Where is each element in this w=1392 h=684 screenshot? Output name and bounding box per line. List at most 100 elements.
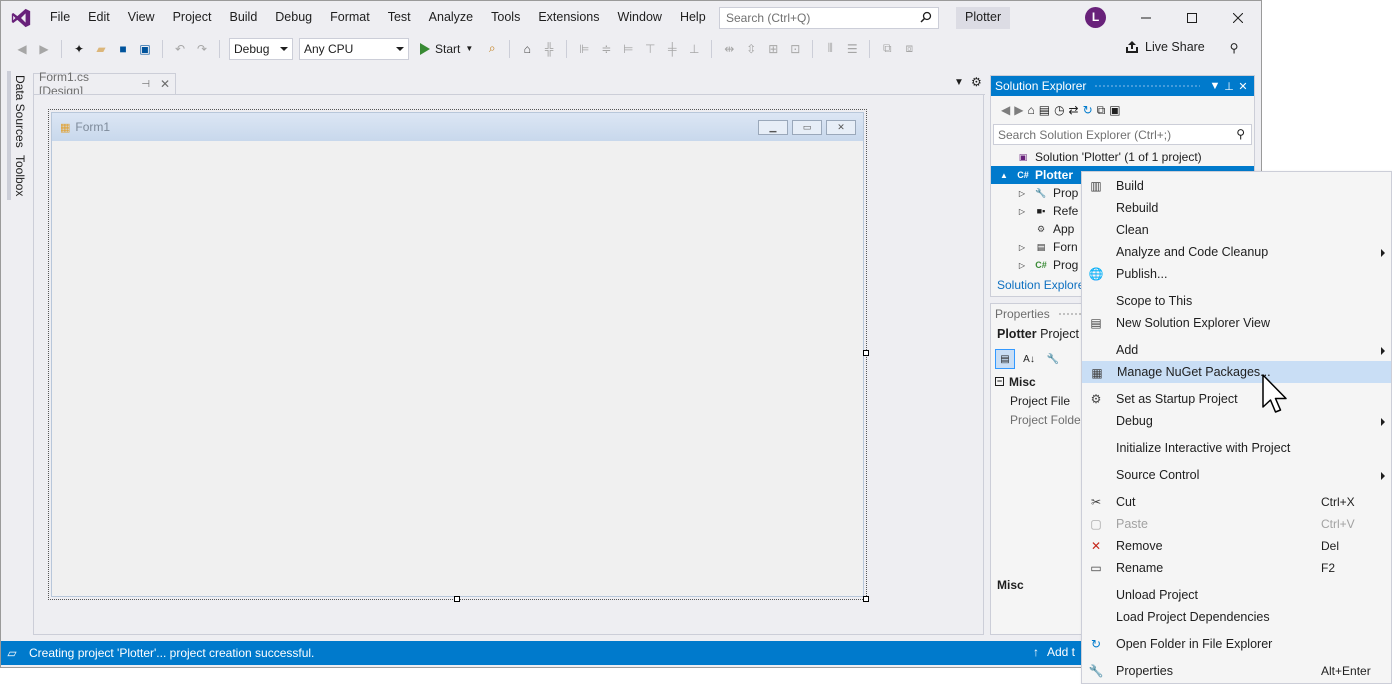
menu-item-rename[interactable]: ▭ Rename F2	[1082, 557, 1391, 579]
save-all-icon[interactable]: ▣	[136, 40, 154, 58]
tab-form1-design[interactable]: Form1.cs [Design] ⊣ ✕	[33, 70, 176, 98]
align-middles-icon[interactable]: ╪	[663, 40, 681, 58]
menu-help[interactable]: Help	[671, 1, 715, 34]
live-share-button[interactable]: Live Share	[1125, 40, 1205, 54]
center-horizontally-icon[interactable]: ⧉	[878, 40, 896, 58]
chevron-down-icon[interactable]: ▼	[1208, 80, 1222, 92]
solution-explorer-tab[interactable]: Solution Explore	[991, 276, 1090, 294]
maximize-button[interactable]	[1169, 1, 1215, 34]
new-project-icon[interactable]: ✦	[70, 40, 88, 58]
solution-search-input[interactable]: Search Solution Explorer (Ctrl+;) ⚲	[993, 124, 1252, 145]
menu-debug[interactable]: Debug	[266, 1, 321, 34]
pending-changes-icon[interactable]: ◷	[1054, 103, 1064, 117]
refresh-icon[interactable]: ↻	[1083, 103, 1093, 117]
menu-item-add[interactable]: Add	[1082, 339, 1391, 361]
align-centers-icon[interactable]: ≑	[597, 40, 615, 58]
save-icon[interactable]: ■	[114, 40, 132, 58]
navigate-forward-icon[interactable]: ▶	[35, 40, 53, 58]
menu-item-scope-to-this[interactable]: Scope to This	[1082, 290, 1391, 312]
menu-format[interactable]: Format	[321, 1, 379, 34]
menu-item-rebuild[interactable]: Rebuild	[1082, 197, 1391, 219]
center-vertically-icon[interactable]: ⧈	[900, 40, 918, 58]
configuration-dropdown[interactable]: Debug	[229, 37, 293, 60]
switch-views-icon[interactable]: ▤	[1039, 103, 1050, 117]
menu-window[interactable]: Window	[608, 1, 670, 34]
data-sources-tab[interactable]: Data Sources	[7, 71, 29, 152]
home-view-icon[interactable]: ⌂	[518, 40, 536, 58]
align-to-grid-icon[interactable]: ╬	[540, 40, 558, 58]
find-in-files-icon[interactable]: ⌕	[483, 40, 501, 58]
menu-item-open-folder-in-file-explorer[interactable]: ↻ Open Folder in File Explorer	[1082, 633, 1391, 655]
menu-tools[interactable]: Tools	[482, 1, 529, 34]
align-tops-icon[interactable]: ⊤	[641, 40, 659, 58]
menu-item-cut[interactable]: ✂ Cut Ctrl+X	[1082, 491, 1391, 513]
resize-handle-corner[interactable]	[863, 596, 869, 602]
alphabetical-icon[interactable]: A↓	[1019, 349, 1039, 369]
redo-icon[interactable]: ↷	[193, 40, 211, 58]
property-pages-icon[interactable]: 🔧	[1043, 349, 1063, 369]
menu-item-initialize-interactive-with-project[interactable]: Initialize Interactive with Project	[1082, 437, 1391, 459]
menu-item-remove[interactable]: ✕ Remove Del	[1082, 535, 1391, 557]
expand-arrow-icon[interactable]: ▲	[999, 171, 1009, 180]
menu-item-debug[interactable]: Debug	[1082, 410, 1391, 432]
tree-item[interactable]: ▣ Solution 'Plotter' (1 of 1 project)	[991, 148, 1254, 166]
minimize-button[interactable]	[1123, 1, 1169, 34]
start-debugging-button[interactable]: Start ▼	[412, 38, 481, 60]
platform-dropdown[interactable]: Any CPU	[299, 37, 409, 60]
make-same-height-icon[interactable]: ⇳	[742, 40, 760, 58]
size-to-grid-icon[interactable]: ⊡	[786, 40, 804, 58]
show-all-files-icon[interactable]: ▣	[1109, 103, 1120, 117]
menu-file[interactable]: File	[41, 1, 79, 34]
collapse-icon[interactable]: −	[995, 377, 1004, 386]
menu-item-build[interactable]: ▥ Build	[1082, 175, 1391, 197]
collapse-all-icon[interactable]: ⧉	[1097, 103, 1106, 118]
menu-analyze[interactable]: Analyze	[420, 1, 482, 34]
align-rights-icon[interactable]: ⊨	[619, 40, 637, 58]
navigate-back-icon[interactable]: ◀	[13, 40, 31, 58]
add-to-source-control[interactable]: ↑ Add t	[1033, 645, 1075, 659]
menu-edit[interactable]: Edit	[79, 1, 119, 34]
chevron-down-icon[interactable]: ▼	[954, 77, 964, 88]
expand-arrow-icon[interactable]: ▷	[1017, 261, 1027, 270]
expand-arrow-icon[interactable]: ▷	[1017, 189, 1027, 198]
categorized-icon[interactable]: ▤	[995, 349, 1015, 369]
open-folder-icon[interactable]: ▰	[92, 40, 110, 58]
gear-icon[interactable]: ⚙	[971, 75, 982, 89]
back-icon[interactable]: ◀	[1001, 103, 1010, 117]
expand-arrow-icon[interactable]: ▷	[1017, 207, 1027, 216]
expand-arrow-icon[interactable]: ▷	[1017, 243, 1027, 252]
undo-icon[interactable]: ↶	[171, 40, 189, 58]
resize-handle-right[interactable]	[863, 350, 869, 356]
resize-handle-bottom[interactable]	[454, 596, 460, 602]
pin-icon[interactable]: ⊣	[141, 79, 150, 90]
drag-grip[interactable]	[1094, 83, 1200, 89]
sync-icon[interactable]: ⇄	[1069, 103, 1079, 117]
menu-item-new-solution-explorer-view[interactable]: ▤ New Solution Explorer View	[1082, 312, 1391, 334]
user-avatar[interactable]: L	[1085, 7, 1106, 28]
menu-build[interactable]: Build	[220, 1, 266, 34]
menu-item-unload-project[interactable]: Unload Project	[1082, 584, 1391, 606]
pin-icon[interactable]: ⊥	[1222, 80, 1236, 93]
menu-item-analyze-and-code-cleanup[interactable]: Analyze and Code Cleanup	[1082, 241, 1391, 263]
menu-test[interactable]: Test	[379, 1, 420, 34]
search-input[interactable]: Search (Ctrl+Q)	[719, 7, 939, 29]
toolbox-tab[interactable]: Toolbox	[7, 151, 29, 201]
horizontal-spacing-icon[interactable]: ⫴	[821, 40, 839, 58]
forward-icon[interactable]: ▶	[1014, 103, 1023, 117]
close-icon[interactable]: ✕	[1236, 80, 1250, 93]
menu-view[interactable]: View	[119, 1, 164, 34]
menu-item-manage-nuget-packages[interactable]: ▦ Manage NuGet Packages...	[1082, 361, 1391, 383]
form-designer-surface[interactable]: ▦ Form1 ▁ ▭ ✕	[33, 95, 984, 635]
menu-item-paste[interactable]: ▢ Paste Ctrl+V	[1082, 513, 1391, 535]
align-bottoms-icon[interactable]: ⊥	[685, 40, 703, 58]
close-icon[interactable]: ✕	[160, 77, 170, 91]
form1-window[interactable]: ▦ Form1 ▁ ▭ ✕	[51, 112, 864, 597]
menu-item-load-project-dependencies[interactable]: Load Project Dependencies	[1082, 606, 1391, 628]
menu-project[interactable]: Project	[164, 1, 221, 34]
menu-item-source-control[interactable]: Source Control	[1082, 464, 1391, 486]
align-lefts-icon[interactable]: ⊫	[575, 40, 593, 58]
feedback-icon[interactable]: ⚲	[1225, 39, 1243, 57]
output-icon[interactable]: ▱	[1, 646, 23, 660]
close-window-button[interactable]	[1215, 1, 1261, 34]
make-same-width-icon[interactable]: ⇹	[720, 40, 738, 58]
